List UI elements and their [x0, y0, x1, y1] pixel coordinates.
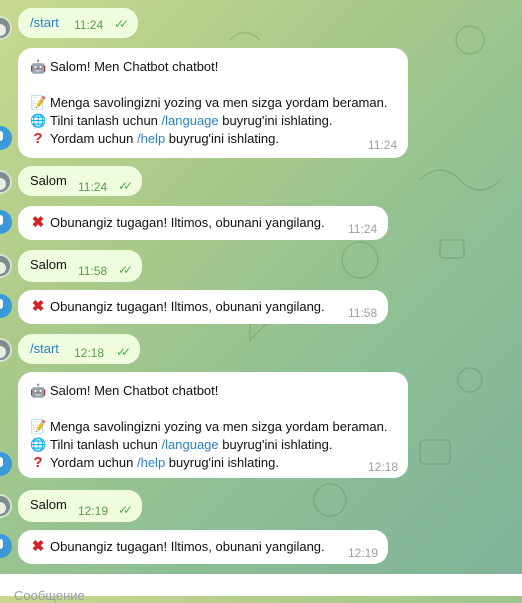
message-time: 12:18	[368, 460, 399, 474]
message-text: buyrug'ini ishlating.	[165, 131, 279, 146]
message-text: Menga savolingizni yozing va men sizga y…	[50, 419, 388, 434]
message-text: Obunangiz tugagan! Iltimos, obunani yang…	[50, 299, 325, 314]
cross-icon: ✖	[31, 214, 45, 231]
command-link-help[interactable]: /help	[137, 131, 165, 146]
globe-icon: 🌐	[30, 113, 47, 128]
message-line: ? Yordam uchun /help buyrug'ini ishlating…	[30, 454, 279, 472]
question-icon: ?	[33, 454, 43, 471]
user-avatar[interactable]	[0, 494, 12, 518]
message-time: 11:24	[78, 180, 108, 194]
message-text: Salom! Men Chatbot chatbot!	[50, 59, 219, 74]
bot-avatar[interactable]	[0, 126, 12, 150]
message-line: ✖ Obunangiz tugagan! Iltimos, obunani yan…	[30, 214, 325, 232]
globe-icon: 🌐	[30, 437, 47, 452]
robot-icon: 🤖	[30, 59, 47, 74]
read-checks-icon: ✓✓	[118, 263, 133, 277]
message-line: ✖ Obunangiz tugagan! Iltimos, obunani yan…	[30, 298, 325, 316]
outgoing-message[interactable]: Salom 11:24 ✓✓	[18, 166, 142, 196]
message-line: 📝 Menga savolingizni yozing va men sizga …	[30, 418, 387, 436]
incoming-message[interactable]: ✖ Obunangiz tugagan! Iltimos, obunani yan…	[18, 206, 388, 240]
bot-avatar[interactable]	[0, 452, 12, 476]
message-composer[interactable]: Сообщение	[0, 574, 522, 603]
user-avatar[interactable]	[0, 170, 12, 194]
message-line: 🤖 Salom! Men Chatbot chatbot!	[30, 382, 218, 400]
robot-icon: 🤖	[30, 383, 47, 398]
read-checks-icon: ✓✓	[118, 179, 133, 193]
incoming-message[interactable]: 🤖 Salom! Men Chatbot chatbot! 📝 Menga savo…	[18, 372, 408, 478]
message-text: Yordam uchun	[50, 455, 137, 470]
memo-icon: 📝	[30, 419, 47, 434]
command-link-language[interactable]: /language	[162, 437, 219, 452]
message-time: 12:18	[74, 346, 105, 360]
user-avatar[interactable]	[0, 338, 12, 362]
message-text: Salom	[30, 497, 67, 512]
message-line: 🌐 Tilni tanlash uchun /language buyrug'in…	[30, 436, 332, 454]
command-link-help[interactable]: /help	[137, 455, 165, 470]
outgoing-message[interactable]: /start 12:18 ✓✓	[18, 334, 140, 364]
cross-icon: ✖	[31, 298, 45, 315]
message-text: Tilni tanlash uchun	[50, 113, 162, 128]
message-line: 🤖 Salom! Men Chatbot chatbot!	[30, 58, 218, 76]
outgoing-message[interactable]: Salom 11:58 ✓✓	[18, 250, 142, 282]
message-time: 11:24	[74, 18, 104, 32]
bot-avatar[interactable]	[0, 294, 12, 318]
message-text: buyrug'ini ishlating.	[165, 455, 279, 470]
bot-avatar[interactable]	[0, 534, 12, 558]
user-avatar[interactable]	[0, 16, 12, 40]
message-text: Tilni tanlash uchun	[50, 437, 162, 452]
message-text[interactable]: /start	[30, 14, 59, 32]
memo-icon: 📝	[30, 95, 47, 110]
message-time: 12:19	[78, 504, 109, 518]
user-avatar[interactable]	[0, 254, 12, 278]
command-link-language[interactable]: /language	[162, 113, 219, 128]
message-list[interactable]: /start 11:24 ✓✓ 🤖 Salom! Men Chatbot chat…	[0, 0, 522, 574]
read-checks-icon: ✓✓	[116, 345, 131, 359]
message-text: Yordam uchun	[50, 131, 137, 146]
message-text: buyrug'ini ishlating.	[218, 437, 333, 452]
message-text: Obunangiz tugagan! Iltimos, obunani yang…	[50, 539, 325, 554]
message-text: Menga savolingizni yozing va men sizga y…	[50, 95, 388, 110]
incoming-message[interactable]: ✖ Obunangiz tugagan! Iltimos, obunani yan…	[18, 290, 388, 324]
message-line: ? Yordam uchun /help buyrug'ini ishlating…	[30, 130, 279, 148]
message-line: 🌐 Tilni tanlash uchun /language buyrug'in…	[30, 112, 332, 130]
question-icon: ?	[33, 130, 43, 147]
message-time: 11:24	[348, 222, 378, 236]
message-time: 11:58	[348, 306, 378, 320]
message-text[interactable]: /start	[30, 340, 59, 358]
incoming-message[interactable]: 🤖 Salom! Men Chatbot chatbot! 📝 Menga savo…	[18, 48, 408, 158]
message-time: 12:19	[348, 546, 379, 560]
message-text: buyrug'ini ishlating.	[218, 113, 333, 128]
outgoing-message[interactable]: Salom 12:19 ✓✓	[18, 490, 142, 522]
outgoing-message[interactable]: /start 11:24 ✓✓	[18, 8, 138, 38]
bot-avatar[interactable]	[0, 210, 12, 234]
message-text: Salom! Men Chatbot chatbot!	[50, 383, 219, 398]
message-text: Salom	[30, 257, 67, 272]
message-time: 11:24	[368, 138, 398, 152]
read-checks-icon: ✓✓	[118, 503, 133, 517]
message-line: 📝 Menga savolingizni yozing va men sizga …	[30, 94, 387, 112]
message-text: Salom	[30, 173, 67, 188]
incoming-message[interactable]: ✖ Obunangiz tugagan! Iltimos, obunani yan…	[18, 530, 388, 564]
message-line: ✖ Obunangiz tugagan! Iltimos, obunani yan…	[30, 538, 325, 556]
message-time: 11:58	[78, 264, 108, 278]
cross-icon: ✖	[31, 538, 45, 555]
read-checks-icon: ✓✓	[114, 17, 129, 31]
message-text: Obunangiz tugagan! Iltimos, obunani yang…	[50, 215, 325, 230]
